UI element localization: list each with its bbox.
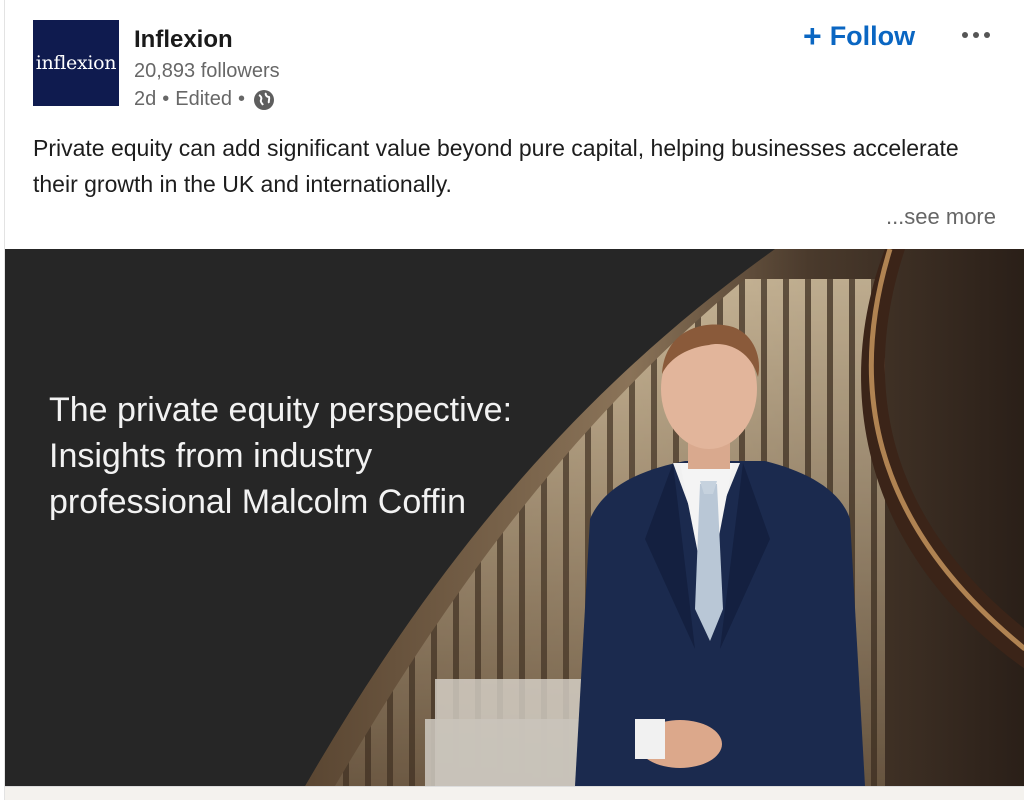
ellipsis-icon [962, 32, 990, 38]
plus-icon: + [803, 18, 822, 54]
post-time[interactable]: 2d [134, 88, 156, 111]
company-logo[interactable]: inflexion [33, 20, 119, 106]
post-media-image[interactable]: The private equity perspective: Insights… [5, 249, 1024, 786]
post-body-text: Private equity can add significant value… [33, 135, 959, 197]
meta-separator: • [237, 88, 245, 110]
media-overlay-title: The private equity perspective: Insights… [49, 391, 513, 521]
follower-count: 20,893 followers [134, 60, 280, 82]
see-more-link[interactable]: ...see more [886, 204, 996, 230]
company-name[interactable]: Inflexion [134, 26, 233, 54]
meta-separator: • [162, 88, 170, 110]
logo-text: inflexion [35, 52, 117, 74]
post-header: inflexion Inflexion 20,893 followers 2d … [5, 0, 1024, 120]
post-meta: 2d • Edited • [134, 88, 275, 111]
edited-label: Edited [175, 88, 232, 110]
more-options-button[interactable] [951, 18, 1001, 52]
follow-label: Follow [829, 20, 916, 51]
post-card: inflexion Inflexion 20,893 followers 2d … [4, 0, 1024, 800]
post-footer-divider [5, 786, 1024, 800]
globe-icon [253, 89, 275, 111]
follow-button[interactable]: + Follow [803, 16, 915, 56]
